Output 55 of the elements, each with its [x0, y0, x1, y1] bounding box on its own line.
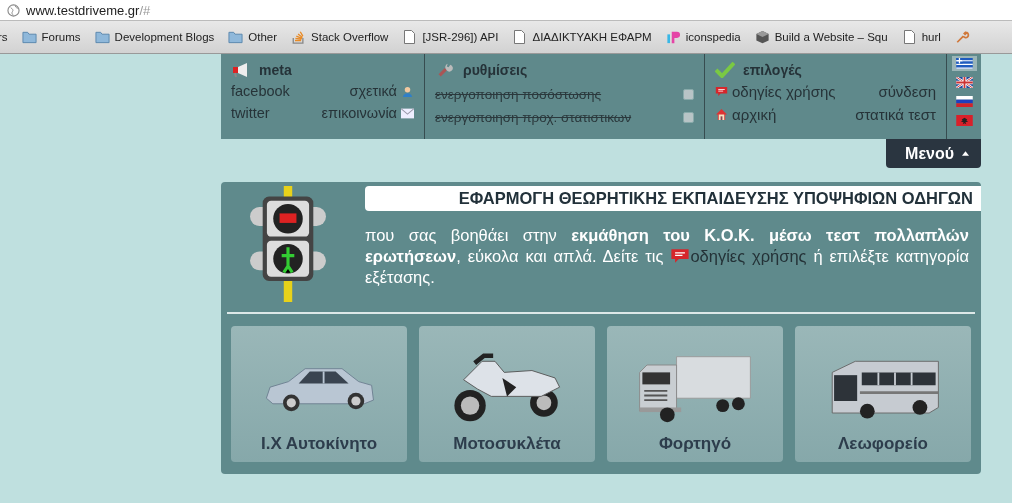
folder-icon: [21, 30, 37, 44]
setting-label: ενεργοποιηση ποσόστωσης: [435, 87, 602, 102]
checkmark-icon: [715, 62, 735, 78]
menu-link[interactable]: επικοινωνία: [321, 105, 414, 121]
uk-flag-icon: [955, 77, 973, 88]
albanian-flag-icon: [955, 115, 973, 126]
menu-link[interactable]: σύνδεση: [878, 83, 936, 100]
folder-icon: [94, 30, 110, 44]
bookmark-item[interactable]: Other: [228, 30, 278, 44]
caret-icon: [962, 151, 969, 156]
bookmark-item[interactable]: Build a Website – Squ: [754, 30, 888, 44]
page-icon: [901, 30, 917, 44]
setting-label: ενεργοποιηση προχ. στατιστικων: [435, 110, 632, 125]
bookmark-item[interactable]: [JSR-296]) API: [402, 30, 499, 44]
home-icon: [715, 109, 728, 120]
intro-title: ΕΦΑΡΜΟΓΗ ΘΕΩΡΗΤΙΚΗΣ ΕΚΠΑΙΔΕΥΣΗΣ ΥΠΟΨΗΦΙΩΝ ΟΔΗΓΩΝ: [365, 186, 981, 211]
bookmark-item[interactable]: iconspedia: [665, 30, 741, 44]
vehicle-category-button[interactable]: Λεωφορείο: [795, 326, 971, 462]
menu-link[interactable]: οδηγίες χρήσης: [715, 83, 836, 100]
section-heading: επιλογές: [715, 57, 936, 83]
menu-button[interactable]: Μενού: [886, 139, 981, 168]
bookmark-item[interactable]: ΔΙΑΔΙΚΤΥΑΚΗ ΕΦΑΡΜ: [512, 30, 652, 44]
bookmark-item[interactable]: Development Blogs: [94, 30, 215, 44]
bookmark-item[interactable]: hurl: [901, 30, 941, 44]
wrench-icon: [954, 30, 970, 44]
help-bubble-icon: [715, 86, 728, 97]
globe-icon: [7, 3, 20, 17]
section-heading: meta: [231, 57, 414, 83]
menu-link[interactable]: σχετικά: [349, 83, 414, 99]
bookmark-item[interactable]: Forums: [21, 30, 81, 44]
menu-link[interactable]: στατικά τεστ: [855, 106, 936, 123]
url-text: www.testdriveme.gr/#: [26, 2, 151, 18]
page-icon: [402, 30, 418, 44]
menu-link[interactable]: facebook: [231, 83, 290, 99]
menu-link[interactable]: αρχική: [715, 106, 836, 123]
person-icon: [401, 85, 414, 97]
address-bar[interactable]: www.testdriveme.gr/#: [0, 0, 1012, 21]
ip-logo-icon: [665, 30, 681, 44]
vehicle-category-button[interactable]: Μοτοσυκλέτα: [419, 326, 595, 462]
mail-icon: [401, 107, 414, 119]
stack-icon: [291, 30, 307, 44]
bookmark-item[interactable]: Stack Overflow: [291, 30, 389, 44]
section-heading: ρυθμίσεις: [435, 57, 694, 83]
russian-flag-icon: [955, 96, 973, 107]
menu-link[interactable]: twitter: [231, 105, 290, 121]
page-icon: [512, 30, 528, 44]
vehicle-category-button[interactable]: Φορτηγό: [607, 326, 783, 462]
instructions-link[interactable]: οδηγίες χρήσης: [690, 247, 807, 265]
help-bubble-icon: [670, 248, 691, 264]
greek-flag-icon: [955, 58, 973, 69]
folder-icon: [228, 30, 244, 44]
language-button[interactable]: [951, 56, 977, 71]
cube-icon: [754, 30, 770, 44]
intro-paragraph: που σας βοηθάει στην εκμάθηση του Κ.Ο.Κ. μέσω τεστ πολλαπλών ερωτήσεων, εύκολα και απλά. Δείτε τις οδηγίες χρήσης ή επιλέξτε κατηγορία εξέτασης.: [365, 225, 970, 288]
vehicle-category-button[interactable]: Ι.Χ Αυτοκίνητο: [231, 326, 407, 462]
